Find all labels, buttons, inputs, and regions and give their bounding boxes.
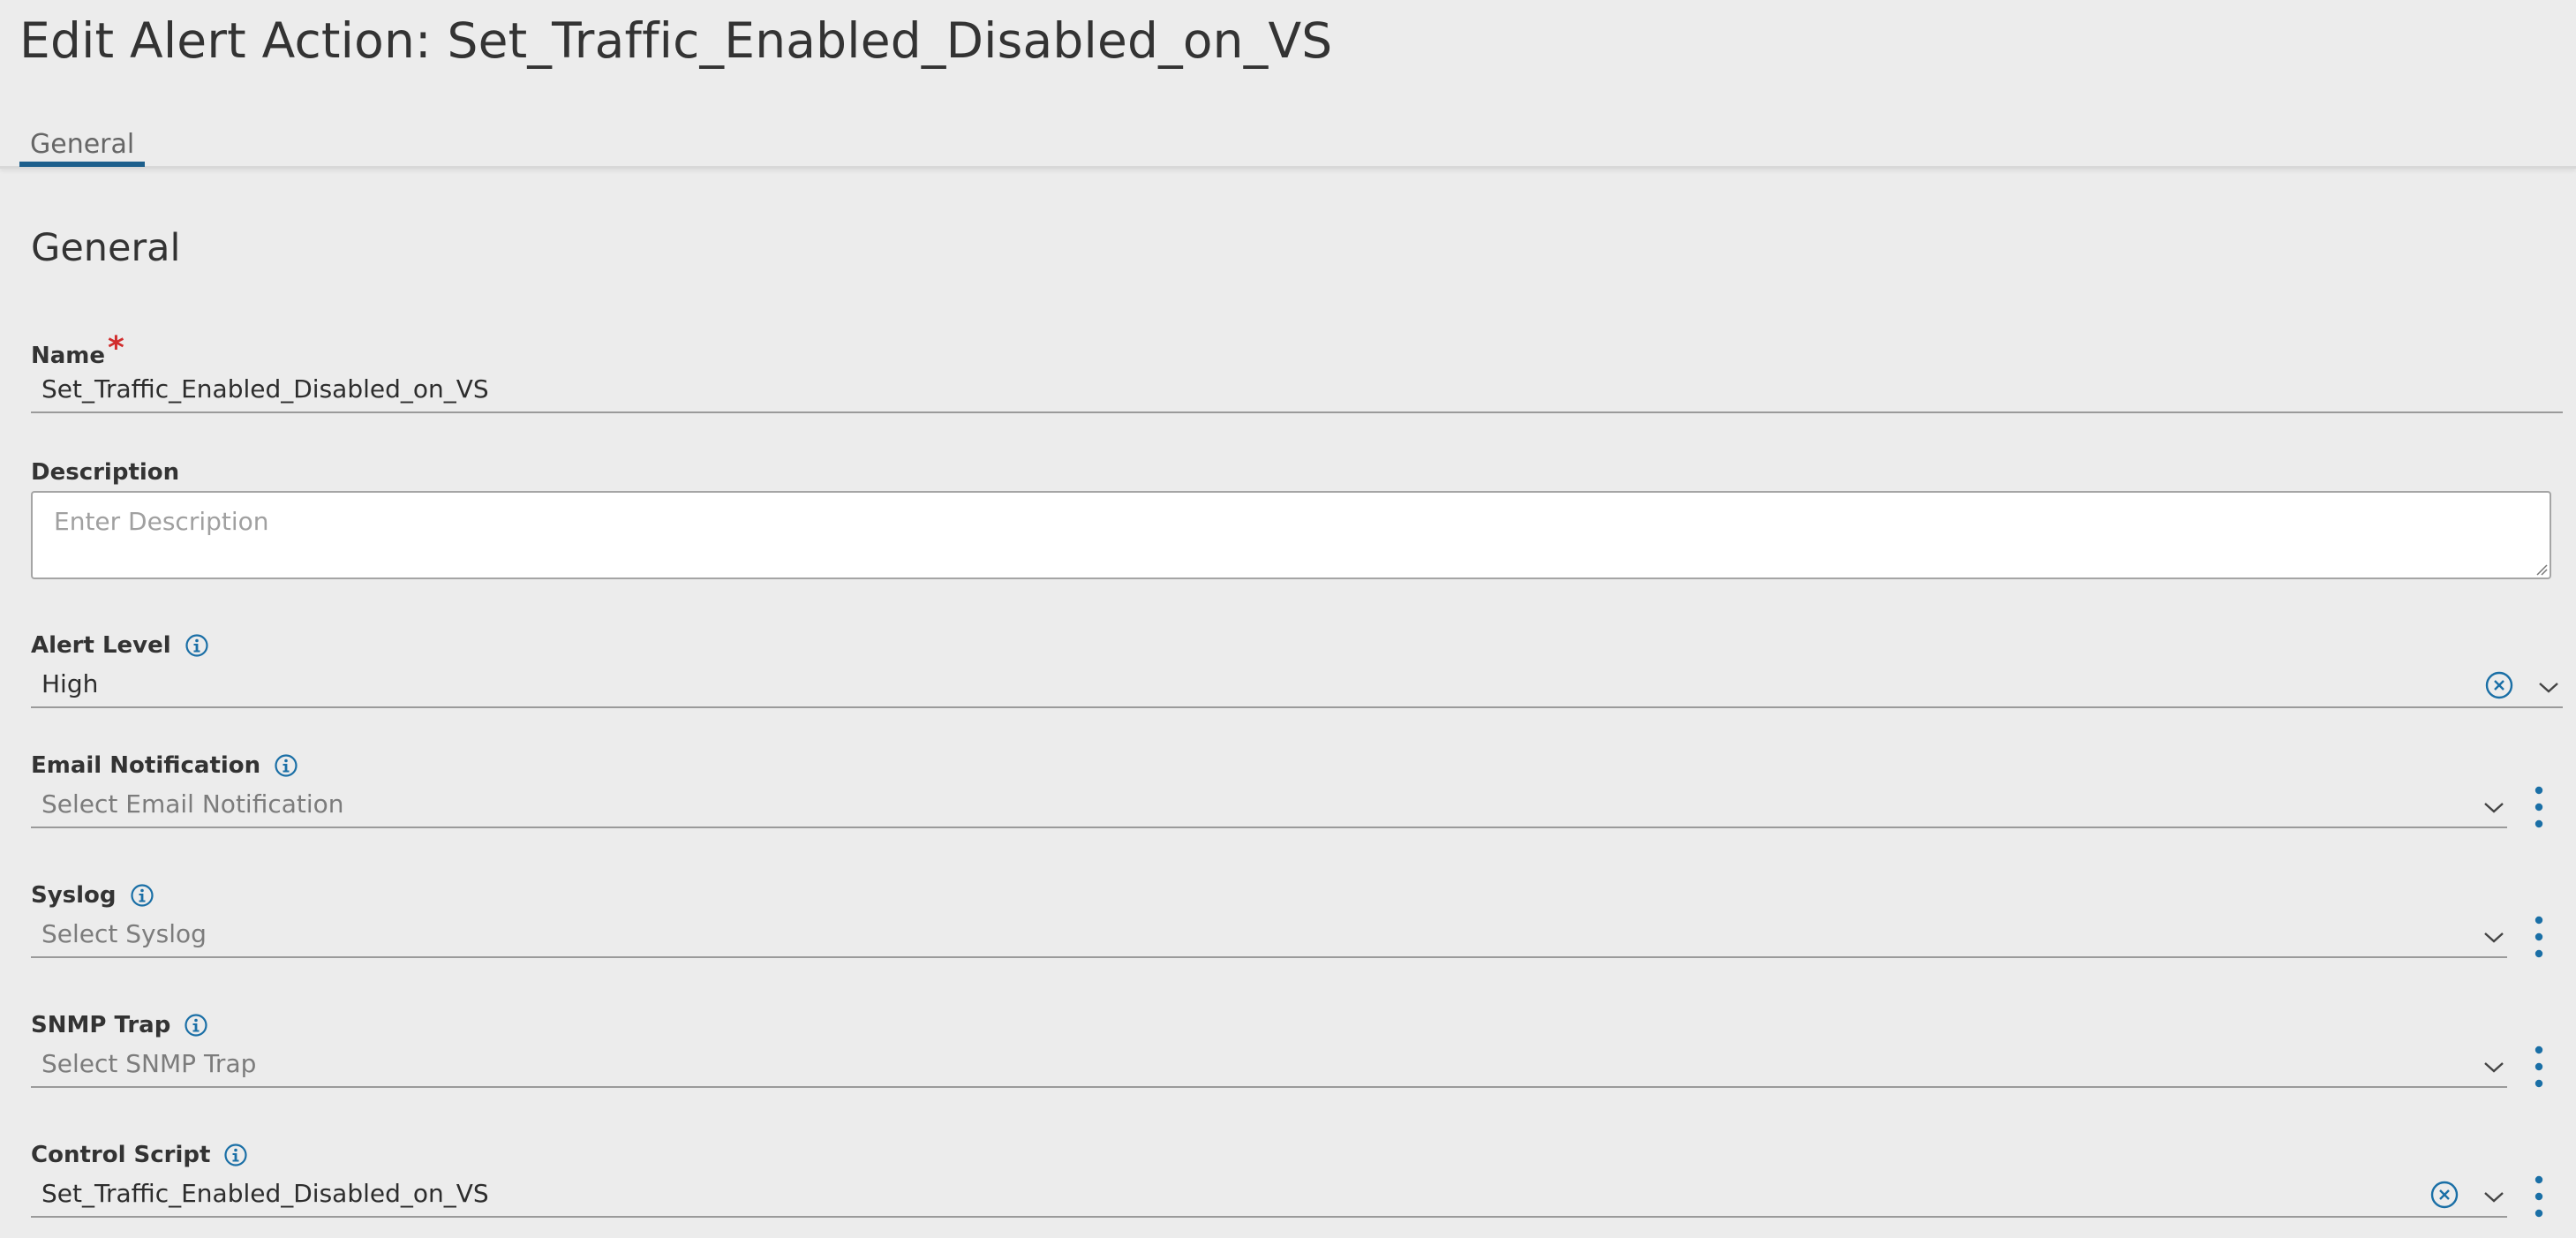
chevron-down-icon[interactable] [2534, 673, 2564, 701]
tab-general[interactable]: General [19, 118, 146, 167]
more-options-icon[interactable] [2527, 1044, 2551, 1090]
syslog-label-text: Syslog [31, 882, 117, 909]
info-icon[interactable] [222, 1142, 249, 1168]
tab-bar: General [0, 118, 2576, 169]
snmp-trap-select[interactable]: Select SNMP Trap [31, 1042, 2507, 1088]
alert-level-label-text: Alert Level [31, 632, 171, 659]
email-notification-label-text: Email Notification [31, 752, 261, 779]
control-script-select[interactable]: Set_Traffic_Enabled_Disabled_on_VS [31, 1172, 2507, 1218]
syslog-label: Syslog [31, 882, 155, 909]
email-notification-label: Email Notification [31, 752, 299, 779]
email-notification-select[interactable]: Select Email Notification [31, 782, 2507, 828]
info-icon[interactable] [273, 752, 299, 779]
info-icon[interactable] [129, 882, 155, 909]
info-icon[interactable] [184, 632, 210, 659]
clear-icon[interactable] [2485, 671, 2513, 699]
alert-level-select[interactable]: High [31, 662, 2563, 708]
more-options-icon[interactable] [2527, 784, 2551, 830]
more-options-icon[interactable] [2527, 914, 2551, 960]
alert-level-label: Alert Level [31, 632, 210, 659]
description-label: Description [31, 459, 179, 486]
chevron-down-icon[interactable] [2479, 1182, 2509, 1211]
info-icon[interactable] [183, 1012, 209, 1038]
resize-grip-icon[interactable] [2534, 562, 2548, 576]
syslog-select[interactable]: Select Syslog [31, 912, 2507, 958]
snmp-trap-label: SNMP Trap [31, 1012, 209, 1038]
chevron-down-icon[interactable] [2479, 793, 2509, 821]
page-title: Edit Alert Action: Set_Traffic_Enabled_D… [19, 12, 1333, 69]
name-label-text: Name [31, 342, 106, 369]
more-options-icon[interactable] [2527, 1174, 2551, 1219]
snmp-trap-label-text: SNMP Trap [31, 1012, 171, 1038]
chevron-down-icon[interactable] [2479, 1053, 2509, 1081]
clear-icon[interactable] [2430, 1181, 2459, 1209]
control-script-label-text: Control Script [31, 1142, 211, 1168]
section-title: General [31, 226, 181, 270]
name-field[interactable]: Set_Traffic_Enabled_Disabled_on_VS [31, 367, 2563, 413]
description-label-text: Description [31, 459, 180, 486]
description-textarea[interactable]: Enter Description [31, 491, 2551, 579]
description-placeholder: Enter Description [54, 507, 269, 536]
required-marker: * [108, 330, 124, 366]
chevron-down-icon[interactable] [2479, 923, 2509, 951]
control-script-label: Control Script [31, 1142, 249, 1168]
